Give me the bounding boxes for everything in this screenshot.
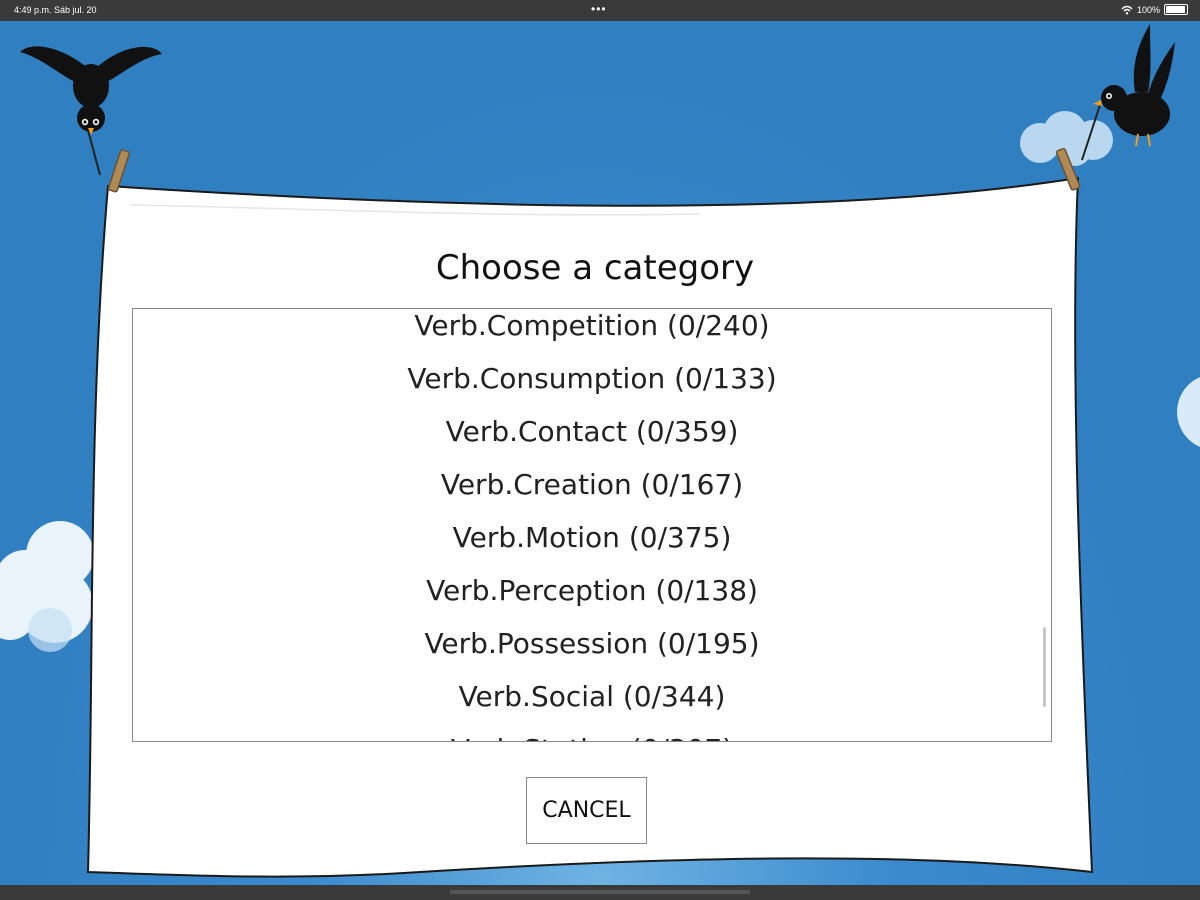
category-item[interactable]: Verb.Social (0/344) bbox=[133, 670, 1051, 723]
scrollbar-thumb[interactable] bbox=[1043, 627, 1046, 707]
home-indicator[interactable] bbox=[450, 890, 750, 894]
category-item[interactable]: Verb.Stative (0/307) bbox=[133, 723, 1051, 741]
clothespin-right bbox=[1056, 147, 1081, 191]
category-item[interactable]: Verb.Contact (0/359) bbox=[133, 405, 1051, 458]
crow-left-icon bbox=[20, 46, 162, 135]
clothespin-left bbox=[107, 149, 130, 193]
category-list-items: Verb.Competition (0/240) Verb.Consumption… bbox=[133, 309, 1051, 741]
bottom-bar bbox=[0, 885, 1200, 900]
cancel-button[interactable]: CANCEL bbox=[526, 777, 647, 844]
category-item[interactable]: Verb.Motion (0/375) bbox=[133, 511, 1051, 564]
crow-right-icon bbox=[1093, 24, 1175, 147]
category-item[interactable]: Verb.Perception (0/138) bbox=[133, 564, 1051, 617]
category-item[interactable]: Verb.Possession (0/195) bbox=[133, 617, 1051, 670]
dialog-title: Choose a category bbox=[435, 248, 755, 288]
category-item[interactable]: Verb.Consumption (0/133) bbox=[133, 352, 1051, 405]
category-item[interactable]: Verb.Creation (0/167) bbox=[133, 458, 1051, 511]
category-list[interactable]: Verb.Competition (0/240) Verb.Consumption… bbox=[132, 308, 1052, 742]
category-item[interactable]: Verb.Competition (0/240) bbox=[133, 309, 1051, 352]
